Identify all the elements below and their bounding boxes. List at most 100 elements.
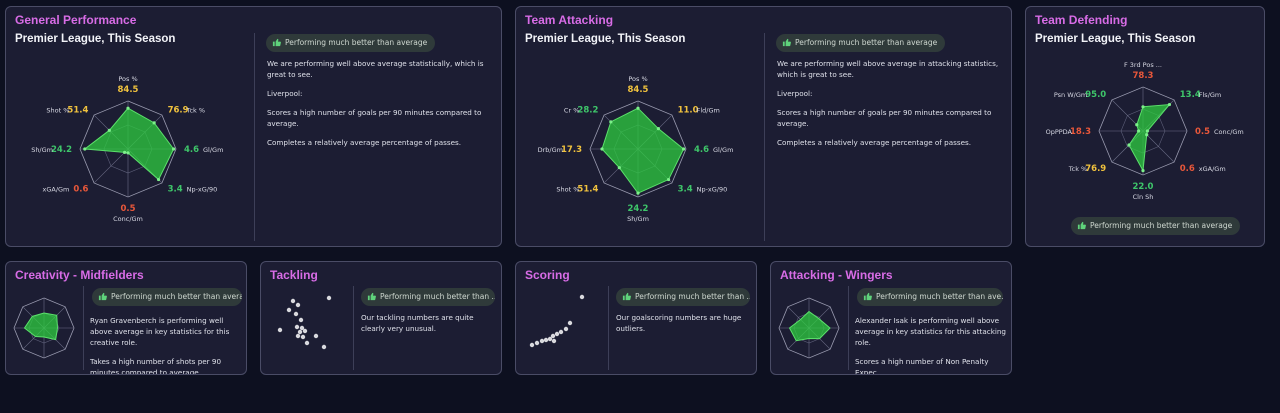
card-title: Team Defending — [1035, 13, 1128, 27]
radar-area — [601, 107, 685, 194]
scatter-point — [313, 333, 319, 339]
radar-point — [152, 121, 156, 125]
radar-point — [636, 106, 640, 110]
radar-point — [609, 120, 613, 124]
radar-value: 17.3 — [561, 145, 582, 155]
tackling-card[interactable]: Tackling Performing much better than ...… — [260, 261, 502, 375]
card-subtitle: Premier League, This Season — [15, 33, 176, 45]
scatter-point — [543, 337, 549, 343]
radar-label: Shot % — [46, 106, 69, 114]
scatter-point — [304, 340, 310, 346]
status-badge-text: Performing much better than ... — [380, 292, 495, 301]
scatter-point — [295, 302, 301, 308]
card-description: Our goalscoring numbers are huge outlier… — [616, 312, 748, 342]
radar-label: Conc/Gm — [113, 215, 143, 223]
card-title: Attacking - Wingers — [780, 268, 893, 282]
radar-label: Sh/Gm — [31, 146, 53, 154]
scatter-point — [294, 324, 300, 330]
radar-point — [1167, 102, 1172, 107]
radar-label: Shot % — [556, 186, 579, 194]
radar-label: Tck % — [186, 106, 205, 114]
status-badge-text: Performing much better than ave... — [876, 292, 1003, 301]
radar-point — [617, 166, 621, 170]
card-title: Tackling — [270, 268, 318, 282]
scatter-point — [293, 311, 299, 317]
radar-value: 51.4 — [577, 185, 598, 195]
desc-line: Alexander Isak is performing well above … — [855, 316, 1006, 347]
radar-label: Sh/Gm — [627, 215, 649, 223]
status-badge: Performing much better than average — [266, 34, 436, 52]
scatter-point — [551, 338, 557, 344]
divider — [608, 286, 609, 370]
thumbs-up-icon — [367, 292, 376, 300]
card-description: We are performing well above average sta… — [267, 58, 495, 156]
desc-line: Completes a relatively average percentag… — [267, 138, 462, 147]
scatter-point — [579, 294, 585, 300]
mini-radar-chart — [778, 297, 840, 359]
scatter-point — [298, 317, 304, 323]
scatter-point — [290, 298, 296, 304]
radar-value: 13.4 — [1180, 90, 1201, 100]
divider — [353, 286, 354, 370]
radar-label: Tck % — [1068, 165, 1087, 173]
radar-value: 24.2 — [628, 204, 649, 214]
radar-label: Fld/Gm — [697, 106, 720, 114]
radar-label: Np-xG/90 — [697, 186, 728, 194]
scatter-point — [326, 295, 332, 301]
radar-value: 0.6 — [1180, 164, 1195, 174]
scatter-point — [563, 326, 569, 332]
scoring-card[interactable]: Scoring Performing much better than ... … — [515, 261, 757, 375]
status-badge-text: Performing much better than average — [795, 38, 938, 47]
radar-label: Fls/Gm — [1199, 91, 1222, 99]
card-title: Creativity - Midfielders — [15, 268, 144, 282]
radar-area — [788, 310, 831, 342]
scatter-point — [297, 329, 303, 335]
desc-line: Liverpool: — [267, 89, 303, 98]
radar-value: 84.5 — [628, 85, 649, 95]
scatter-point — [277, 327, 283, 333]
status-badge: Performing much better than avera... — [92, 288, 242, 306]
mini-radar-chart — [13, 297, 75, 359]
radar-point — [123, 150, 127, 154]
team-defending-card[interactable]: Team Defending Premier League, This Seas… — [1025, 6, 1265, 247]
radar-label: Pos % — [628, 75, 647, 83]
divider — [764, 33, 765, 241]
radar-label: Cr % — [564, 106, 579, 114]
attacking-wingers-card[interactable]: Attacking - Wingers Performing much bett… — [770, 261, 1012, 375]
status-badge: Performing much better than ave... — [857, 288, 1003, 306]
desc-line: We are performing well above average sta… — [267, 59, 484, 79]
radar-label: xGA/Gm — [43, 186, 70, 194]
card-description: Our tackling numbers are quite clearly v… — [361, 312, 493, 342]
radar-value: 95.0 — [1085, 90, 1106, 100]
radar-label: Cln Sh — [1133, 193, 1154, 201]
divider — [254, 33, 255, 241]
scatter-point — [567, 320, 573, 326]
radar-label: Drb/Gm — [538, 146, 563, 154]
general-performance-card[interactable]: General Performance Premier League, This… — [5, 6, 502, 247]
desc-line: We are performing well above average in … — [777, 59, 999, 79]
radar-chart: 78.3 F 3rd Pos ... 13.4Fls/Gm 0.5 Conc/Gm 0.6… — [1046, 61, 1244, 201]
thumbs-up-icon — [863, 292, 872, 300]
card-title: General Performance — [15, 13, 137, 27]
team-attacking-card[interactable]: Team Attacking Premier League, This Seas… — [515, 6, 1012, 247]
radar-point — [682, 147, 686, 151]
radar-label: Gl/Gm — [203, 146, 223, 154]
desc-line: Takes a high number of shots per 90 minu… — [90, 357, 222, 375]
scatter-point — [558, 329, 564, 335]
radar-point — [83, 147, 87, 151]
radar-point — [1141, 105, 1145, 109]
scatter-point — [286, 307, 292, 313]
radar-area — [23, 312, 59, 341]
status-badge: Performing much better than average — [776, 34, 946, 52]
radar-label: xGA/Gm — [1199, 165, 1226, 173]
thumbs-up-icon — [782, 38, 791, 46]
creativity-midfielders-card[interactable]: Creativity - Midfielders Performing much… — [5, 261, 247, 375]
desc-line: Ryan Gravenberch is performing well abov… — [90, 316, 230, 347]
radar-label: Np-xG/90 — [187, 186, 218, 194]
card-description: We are performing well above average in … — [777, 58, 1007, 156]
scatter-plot — [529, 294, 585, 348]
radar-label: Psn W/Gm — [1054, 91, 1087, 99]
radar-label: Gl/Gm — [713, 146, 733, 154]
radar-chart: 84.5 Pos % 76.9Tck % 4.6 Gl/Gm 3.4 Np-xG/90 0.5… — [31, 75, 223, 223]
radar-point — [1137, 129, 1141, 133]
